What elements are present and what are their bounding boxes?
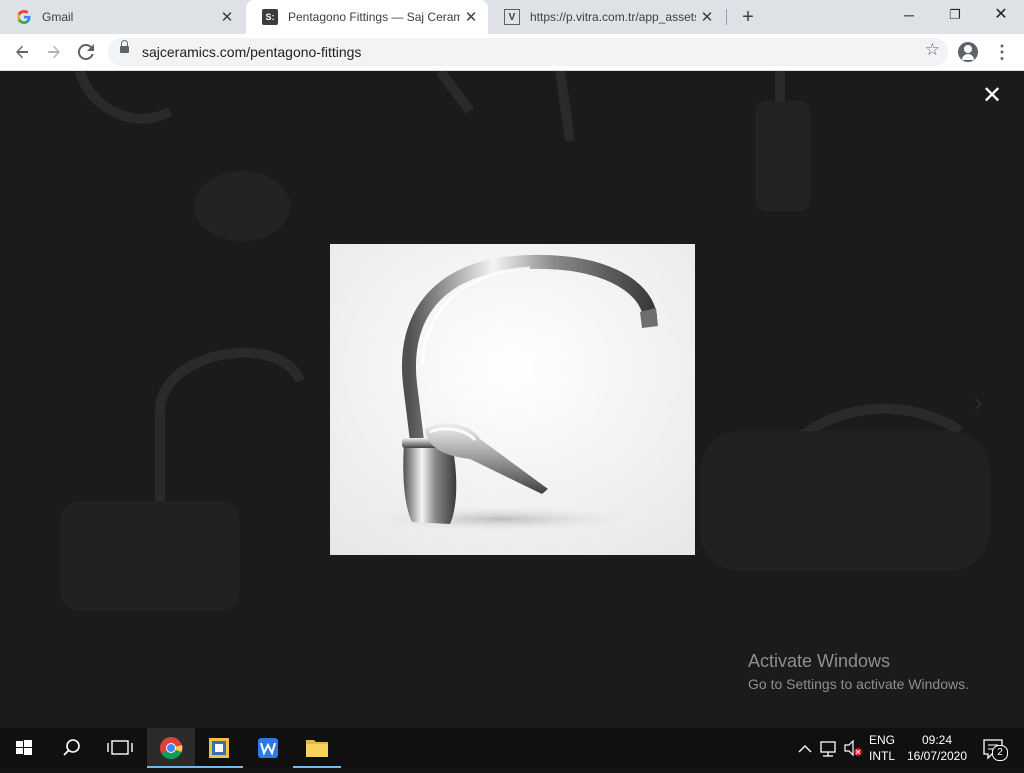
keyboard-layout: INTL xyxy=(868,749,895,763)
lightbox-next-arrow-icon[interactable]: › xyxy=(974,387,983,418)
new-tab-button[interactable]: + xyxy=(736,5,760,29)
language-code: ENG xyxy=(868,733,895,747)
folder-icon xyxy=(306,740,328,757)
show-hidden-icons-button[interactable] xyxy=(796,728,814,768)
tab-divider xyxy=(726,9,727,25)
action-center-button[interactable]: 2 xyxy=(980,728,1010,768)
tab-vitra-assets[interactable]: V https://p.vitra.com.tr/app_assets/ ✕ xyxy=(488,0,724,34)
reload-button[interactable] xyxy=(71,37,101,67)
volume-muted-icon xyxy=(844,739,862,757)
task-view-icon xyxy=(107,740,133,755)
activate-windows-title: Activate Windows xyxy=(748,651,891,671)
taskbar-chrome[interactable] xyxy=(147,728,195,768)
network-status[interactable] xyxy=(818,728,840,768)
notification-count-badge: 2 xyxy=(992,745,1008,761)
vitra-icon: V xyxy=(504,9,520,25)
bookmark-star-icon[interactable]: ☆ xyxy=(925,40,940,60)
close-tab-icon[interactable]: ✕ xyxy=(696,8,718,26)
menu-kebab-icon[interactable]: ⋮ xyxy=(992,37,1012,67)
tab-pentagono-fittings[interactable]: S: Pentagono Fittings — Saj Ceramics ✕ xyxy=(246,0,488,34)
browser-toolbar: sajceramics.com/pentagono-fittings ☆ ⋮ xyxy=(0,34,1024,71)
lightbox-close-button[interactable]: ✕ xyxy=(981,84,1003,108)
close-tab-icon[interactable]: ✕ xyxy=(216,8,238,26)
saj-ceramics-icon: S: xyxy=(262,9,278,25)
google-icon xyxy=(16,9,32,25)
tab-title: Pentagono Fittings — Saj Ceramics xyxy=(288,10,460,24)
lightbox-image xyxy=(330,244,695,555)
url-text[interactable]: sajceramics.com/pentagono-fittings xyxy=(142,44,361,60)
wps-writer-icon xyxy=(258,738,278,758)
minimize-button[interactable]: ─ xyxy=(886,0,932,30)
page-content: ✕ › Activate Windows Go to Settings to a… xyxy=(0,71,1024,728)
address-bar[interactable]: sajceramics.com/pentagono-fittings ☆ xyxy=(108,38,948,66)
task-view-button[interactable] xyxy=(96,728,144,768)
forward-button[interactable] xyxy=(39,37,69,67)
system-clock[interactable]: 09:24 16/07/2020 xyxy=(900,732,974,764)
windows-logo-icon xyxy=(16,740,32,755)
file-explorer-app-icon xyxy=(209,738,229,758)
restore-button[interactable]: ❐ xyxy=(932,0,978,30)
faucet-mixer-image xyxy=(330,244,695,555)
back-button[interactable] xyxy=(7,37,37,67)
network-icon xyxy=(820,741,836,757)
taskbar-wps-writer[interactable] xyxy=(244,728,292,768)
taskbar-file-explorer[interactable] xyxy=(293,728,341,768)
tab-strip: Gmail ✕ S: Pentagono Fittings — Saj Cera… xyxy=(0,0,1024,34)
back-arrow-icon xyxy=(16,45,28,59)
lock-icon xyxy=(120,40,129,53)
tab-title: https://p.vitra.com.tr/app_assets/ xyxy=(530,10,696,24)
activate-windows-subtitle: Go to Settings to activate Windows. xyxy=(748,676,969,692)
clock-date: 16/07/2020 xyxy=(906,749,968,763)
clock-time: 09:24 xyxy=(921,733,953,747)
chrome-icon xyxy=(160,737,183,760)
profile-avatar-icon[interactable] xyxy=(958,42,978,62)
search-icon xyxy=(63,739,80,756)
close-tab-icon[interactable]: ✕ xyxy=(460,8,482,26)
reload-icon xyxy=(77,43,94,60)
tab-gmail[interactable]: Gmail ✕ xyxy=(0,0,244,34)
volume-status[interactable] xyxy=(842,728,864,768)
taskbar-file-explorer-app[interactable] xyxy=(195,728,243,768)
input-language-indicator[interactable]: ENG INTL xyxy=(866,732,898,764)
forward-arrow-icon xyxy=(48,45,60,59)
windows-taskbar: ENG INTL 09:24 16/07/2020 2 xyxy=(0,728,1024,768)
start-button[interactable] xyxy=(0,728,48,768)
search-button[interactable] xyxy=(48,728,96,768)
tab-title: Gmail xyxy=(42,10,74,24)
close-window-button[interactable]: ✕ xyxy=(978,0,1024,30)
chevron-up-icon xyxy=(798,745,812,753)
